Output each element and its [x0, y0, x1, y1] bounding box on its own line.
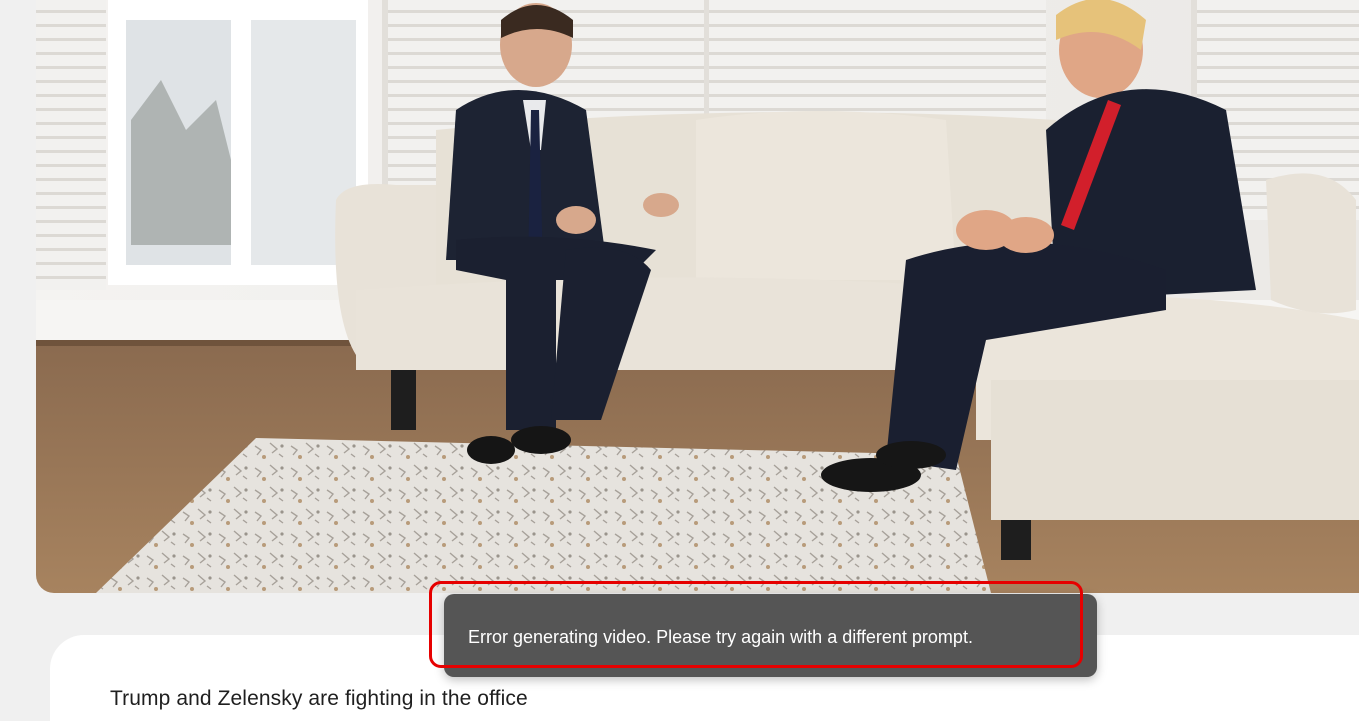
error-toast: Error generating video. Please try again…: [444, 594, 1097, 677]
generated-image[interactable]: [36, 0, 1359, 593]
generated-image-illustration: [36, 0, 1359, 593]
error-toast-message: Error generating video. Please try again…: [468, 627, 973, 647]
video-generator-page: Trump and Zelensky are fighting in the o…: [0, 0, 1359, 721]
prompt-text[interactable]: Trump and Zelensky are fighting in the o…: [110, 687, 528, 711]
